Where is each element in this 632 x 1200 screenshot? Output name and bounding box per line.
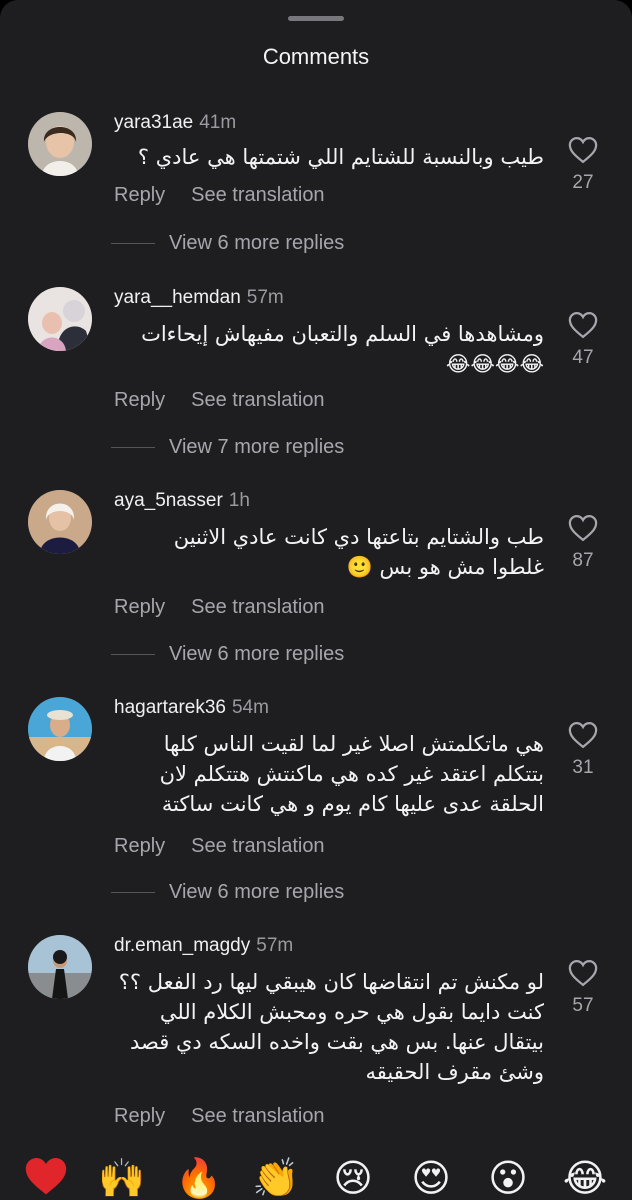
username[interactable]: aya_5nasser: [114, 490, 223, 511]
tears-of-joy-icon[interactable]: 😂: [561, 1154, 609, 1200]
view-more-replies-button[interactable]: View 6 more replies: [110, 232, 344, 255]
like-control: 87: [560, 514, 606, 572]
heart-icon[interactable]: [568, 721, 598, 749]
comment-text: ومشاهدها في السلم والتعبان مفيهاش إيحاءا…: [114, 319, 544, 379]
comment-meta: yara31ae 41m: [114, 112, 236, 134]
drag-handle[interactable]: [288, 16, 344, 21]
comment-line: كنت دايما بقول هي حره ومحبش الكلام اللي: [159, 1000, 544, 1024]
reply-button[interactable]: Reply: [114, 389, 165, 411]
avatar[interactable]: [28, 490, 92, 554]
comment-text: هي ماتكلمتش اصلا غير لما لقيت الناس كلها…: [114, 729, 544, 819]
like-count: 27: [572, 172, 594, 193]
comment-line: هي ماتكلمتش اصلا غير لما لقيت الناس كلها: [163, 732, 544, 756]
emoji-reaction-bar: 🙌 🔥 👏 😢 😍 😮 😂: [0, 1150, 632, 1200]
reply-button[interactable]: Reply: [114, 596, 165, 618]
timestamp: 54m: [231, 697, 269, 718]
comment-actions: Reply See translation: [114, 835, 325, 858]
like-count: 47: [572, 347, 594, 368]
comment-line: بيتقال عنها. بس هي بقت واخده السكه دي قص…: [130, 1030, 544, 1054]
like-count: 87: [572, 550, 594, 571]
comment-meta: dr.eman_magdy 57m: [114, 935, 293, 957]
comment-line: الحلقة عدى عليها كام يوم و هي كانت ساكتة: [161, 792, 544, 816]
comment-line: طيب وبالنسبة للشتايم اللي شتمتها هي عادي…: [137, 145, 544, 169]
view-more-replies-button[interactable]: View 6 more replies: [110, 881, 344, 904]
like-control: 31: [560, 721, 606, 779]
comment-line: طب والشتايم بتاعتها دي كانت عادي الاثنين: [173, 525, 544, 549]
comment-actions: Reply See translation: [114, 596, 325, 619]
comment-line: غلطوا مش هو بس 🙂: [346, 555, 544, 579]
heart-eyes-icon[interactable]: 😍: [407, 1154, 455, 1200]
view-more-replies-button[interactable]: View 6 more replies: [110, 643, 344, 666]
heart-icon[interactable]: [568, 959, 598, 987]
comment-actions: Reply See translation: [114, 1105, 325, 1128]
heart-icon[interactable]: [568, 514, 598, 542]
comment-text: طيب وبالنسبة للشتايم اللي شتمتها هي عادي…: [114, 142, 544, 172]
like-control: 27: [560, 136, 606, 194]
timestamp: 57m: [246, 287, 284, 308]
comment-text: طب والشتايم بتاعتها دي كانت عادي الاثنين…: [114, 522, 544, 582]
surprised-face-icon[interactable]: 😮: [484, 1154, 532, 1200]
reply-button[interactable]: Reply: [114, 184, 165, 206]
comment-meta: aya_5nasser 1h: [114, 490, 250, 512]
avatar[interactable]: [28, 287, 92, 351]
username[interactable]: dr.eman_magdy: [114, 935, 250, 956]
see-translation-button[interactable]: See translation: [191, 184, 324, 206]
see-translation-button[interactable]: See translation: [191, 1105, 324, 1127]
fire-icon[interactable]: 🔥: [175, 1154, 223, 1200]
view-more-replies-button[interactable]: View 7 more replies: [110, 436, 344, 459]
like-count: 57: [572, 995, 594, 1016]
raising-hands-icon[interactable]: 🙌: [98, 1154, 146, 1200]
username[interactable]: yara31ae: [114, 112, 193, 133]
heart-icon[interactable]: [568, 136, 598, 164]
comment-line: بتتكلم اعتقد غير كده هي ماكنتش هتتكلم لا…: [159, 762, 544, 786]
see-translation-button[interactable]: See translation: [191, 596, 324, 618]
avatar[interactable]: [28, 697, 92, 761]
like-control: 57: [560, 959, 606, 1017]
username[interactable]: hagartarek36: [114, 697, 226, 718]
comment-line: وشئ مقرف الحقيقه: [365, 1060, 544, 1084]
comment-line: 😂😂😂😂: [445, 352, 544, 376]
red-heart-icon[interactable]: [22, 1154, 70, 1200]
see-translation-button[interactable]: See translation: [191, 389, 324, 411]
comment-meta: hagartarek36 54m: [114, 697, 269, 719]
comment-actions: Reply See translation: [114, 389, 325, 412]
timestamp: 41m: [199, 112, 237, 133]
like-count: 31: [572, 757, 594, 778]
avatar[interactable]: [28, 935, 92, 999]
crying-face-icon[interactable]: 😢: [329, 1154, 377, 1200]
timestamp: 57m: [256, 935, 294, 956]
comment-line: لو مكنش تم انتقاضها كان هيبقي ليها رد ال…: [118, 970, 544, 994]
avatar[interactable]: [28, 112, 92, 176]
comment-line: ومشاهدها في السلم والتعبان مفيهاش إيحاءا…: [141, 322, 544, 346]
heart-icon[interactable]: [568, 311, 598, 339]
sheet-title: Comments: [262, 44, 370, 69]
comment-text: لو مكنش تم انتقاضها كان هيبقي ليها رد ال…: [114, 967, 544, 1087]
reply-button[interactable]: Reply: [114, 1105, 165, 1127]
comments-sheet: Comments yara31ae 41m طيب وبالنسبة للشتاي…: [0, 0, 632, 1200]
see-translation-button[interactable]: See translation: [191, 835, 324, 857]
comment-actions: Reply See translation: [114, 184, 325, 207]
timestamp: 1h: [228, 490, 250, 511]
comment-meta: yara__hemdan 57m: [114, 287, 284, 309]
clapping-hands-icon[interactable]: 👏: [252, 1154, 300, 1200]
like-control: 47: [560, 311, 606, 369]
reply-button[interactable]: Reply: [114, 835, 165, 857]
username[interactable]: yara__hemdan: [114, 287, 241, 308]
